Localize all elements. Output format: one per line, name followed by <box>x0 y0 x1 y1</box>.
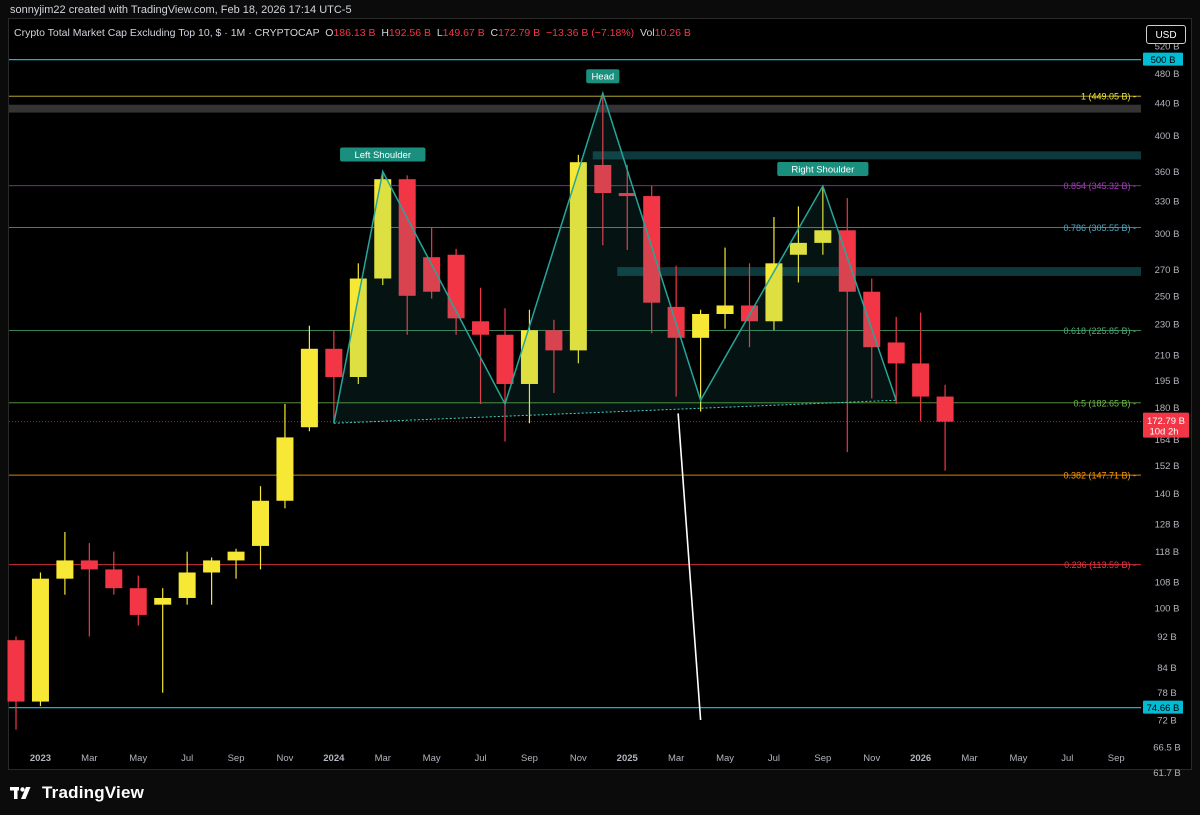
low-value: 149.67 B <box>442 27 485 39</box>
close-label: C <box>490 27 499 39</box>
created-by-text: sonnyjim22 created with TradingView.com,… <box>10 4 352 16</box>
open-value: 186.13 B <box>333 27 376 39</box>
tradingview-brand: TradingView <box>42 783 145 802</box>
volume-label: Vol <box>640 27 655 39</box>
tradingview-footer[interactable]: TradingView <box>10 780 144 806</box>
high-label: H <box>381 27 389 39</box>
symbol-legend: Crypto Total Market Cap Excluding Top 10… <box>14 27 691 39</box>
change-value: −13.36 B (−7.18%) <box>546 27 635 39</box>
close-value: 172.79 B <box>498 27 541 39</box>
high-value: 192.56 B <box>388 27 431 39</box>
currency-button[interactable]: USD <box>1146 25 1186 44</box>
chart-pane[interactable] <box>8 18 1192 770</box>
symbol-name: Crypto Total Market Cap Excluding Top 10… <box>14 27 320 39</box>
volume-value: 10.26 B <box>654 27 691 39</box>
tradingview-logo-icon <box>10 787 31 799</box>
